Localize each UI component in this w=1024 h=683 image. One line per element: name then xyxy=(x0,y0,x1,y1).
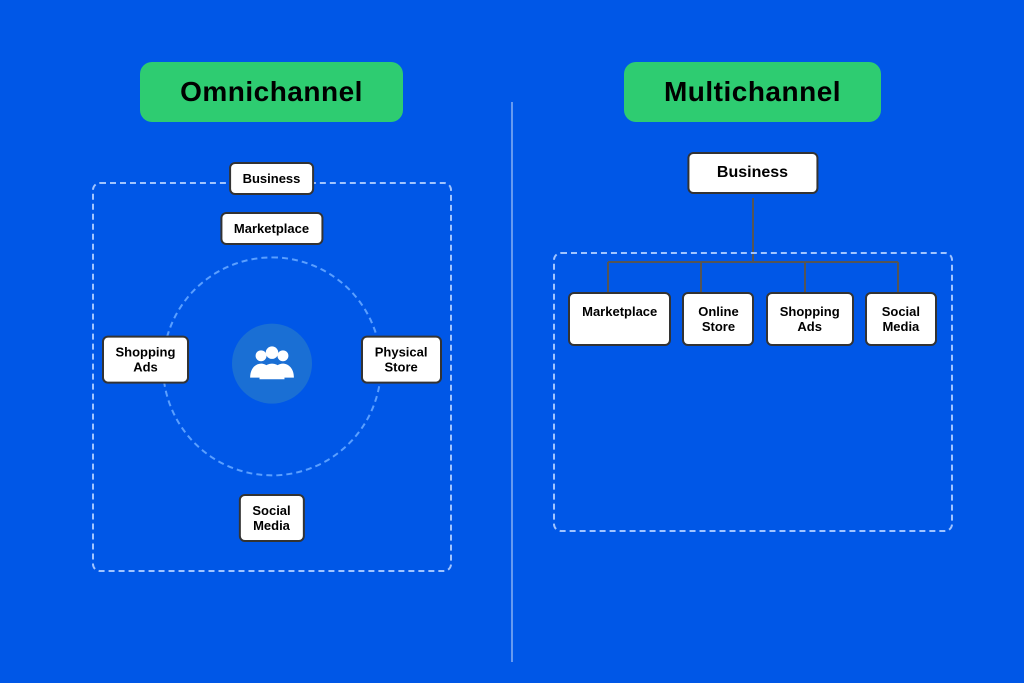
omni-marketplace: Marketplace xyxy=(220,212,323,245)
omni-social-media: SocialMedia xyxy=(238,494,304,542)
multi-online-store: OnlineStore xyxy=(682,292,754,346)
omni-business-label: Business xyxy=(229,162,315,195)
multichannel-title: Multichannel xyxy=(664,76,841,107)
multi-marketplace: Marketplace xyxy=(568,292,671,346)
multichannel-panel: Multichannel Business xyxy=(513,62,992,532)
omnichannel-badge: Omnichannel xyxy=(140,62,403,122)
omni-shopping-ads: ShoppingAds xyxy=(102,335,190,383)
multi-shopping-ads: ShoppingAds xyxy=(766,292,854,346)
multi-social-media: SocialMedia xyxy=(865,292,937,346)
omnichannel-title: Omnichannel xyxy=(180,76,363,107)
people-icon xyxy=(247,338,297,388)
multichannel-diagram: Business Marketplace xyxy=(553,152,953,532)
omnichannel-panel: Omnichannel Business xyxy=(32,62,511,572)
omnichannel-diagram: Business Marketp xyxy=(92,152,452,572)
omni-physical-store: PhysicalStore xyxy=(361,335,442,383)
omni-center-icon xyxy=(232,323,312,403)
multi-channels-row: Marketplace OnlineStore ShoppingAds Soci… xyxy=(553,292,953,346)
main-container: Omnichannel Business xyxy=(32,32,992,652)
multichannel-badge: Multichannel xyxy=(624,62,881,122)
multi-business-label: Business xyxy=(687,152,818,194)
